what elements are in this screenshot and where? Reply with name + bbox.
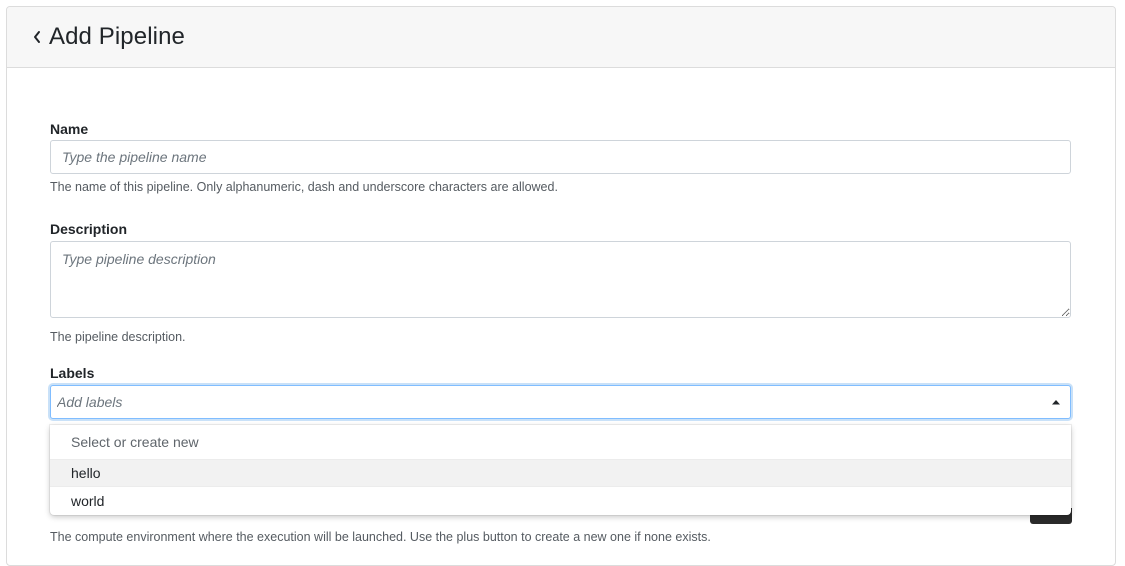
compute-env-help-text: The compute environment where the execut… [50, 530, 711, 544]
labels-select[interactable] [50, 385, 1071, 419]
dropdown-option-label: world [71, 493, 105, 509]
card-header: Add Pipeline [7, 7, 1115, 68]
description-label: Description [50, 221, 128, 237]
page-title: Add Pipeline [49, 23, 185, 50]
caret-up-icon[interactable] [1042, 386, 1070, 418]
labels-label: Labels [50, 365, 95, 381]
dropdown-header: Select or create new [71, 434, 199, 450]
dropdown-option-world[interactable]: world [50, 487, 1071, 515]
dropdown-option-label: hello [71, 465, 101, 481]
dropdown-option-hello[interactable]: hello [50, 459, 1071, 487]
name-help-text: The name of this pipeline. Only alphanum… [50, 180, 558, 194]
description-help-text: The pipeline description. [50, 330, 186, 344]
name-input[interactable] [50, 140, 1071, 174]
labels-input[interactable] [51, 386, 1042, 418]
description-textarea[interactable] [50, 241, 1071, 318]
name-label: Name [50, 121, 89, 137]
chevron-left-icon[interactable] [29, 25, 45, 49]
labels-dropdown-menu: Select or create new hello world [50, 425, 1071, 515]
add-pipeline-card: Add Pipeline Name The name of this pipel… [6, 6, 1116, 566]
